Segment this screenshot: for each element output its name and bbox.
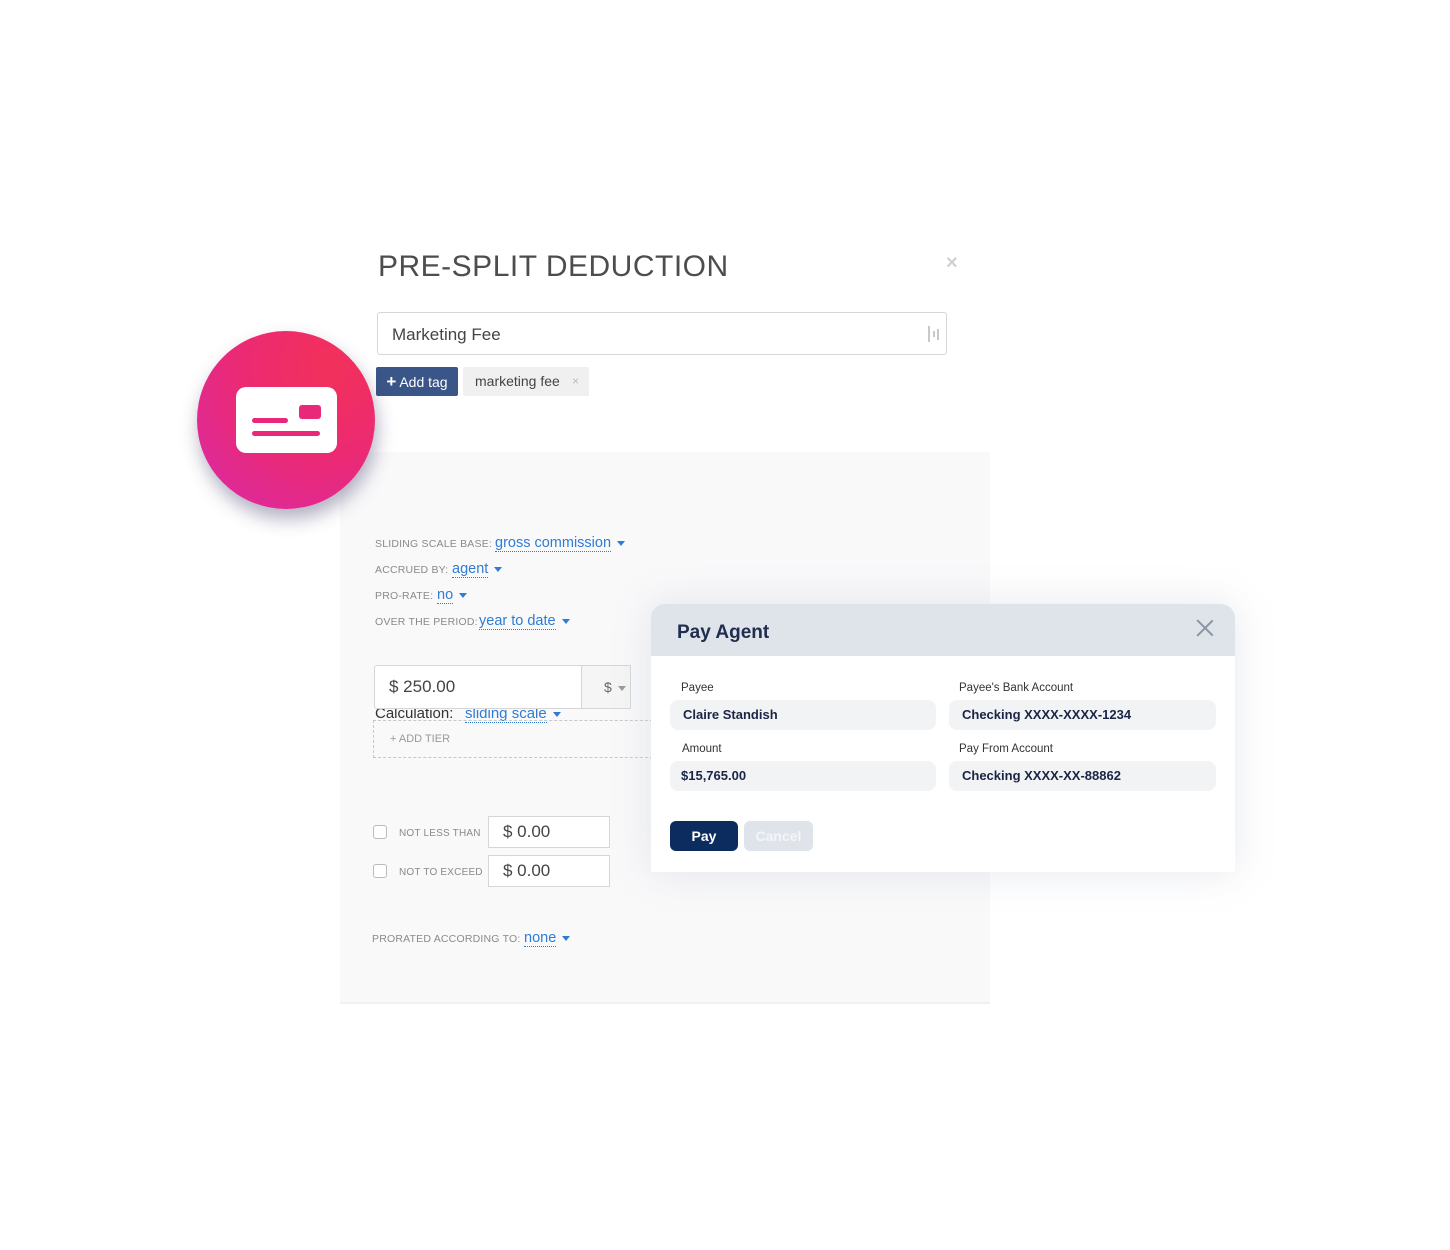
- cancel-button[interactable]: Cancel: [744, 821, 813, 851]
- plus-icon: +: [386, 372, 397, 391]
- unit-select[interactable]: $: [581, 665, 631, 709]
- tag-chip: marketing fee ×: [463, 367, 589, 396]
- caret-down-icon: [617, 685, 626, 691]
- prorated-according-to-value: none: [524, 930, 557, 947]
- id-card-line: [252, 431, 320, 436]
- prorated-according-to-dropdown[interactable]: none: [524, 930, 571, 947]
- close-icon[interactable]: [1196, 619, 1214, 637]
- deduction-header-section: PRE-SPLIT DEDUCTION × Marketing Fee + Add…: [340, 230, 990, 452]
- pro-rate-dropdown[interactable]: no: [437, 587, 468, 604]
- deduction-name-input[interactable]: Marketing Fee: [377, 312, 947, 355]
- add-tier-button[interactable]: + ADD TIER: [373, 720, 663, 758]
- amount-label: Amount: [682, 743, 722, 755]
- unit-value: $: [604, 679, 612, 695]
- id-card-shape: [236, 387, 337, 453]
- caret-down-icon: [494, 566, 503, 572]
- caret-down-icon: [562, 935, 571, 941]
- close-icon[interactable]: ×: [946, 252, 958, 275]
- payee-bank-account-label: Payee's Bank Account: [959, 682, 1074, 694]
- id-card-line: [252, 418, 288, 423]
- pay-agent-header: Pay Agent: [651, 604, 1235, 656]
- not-less-than-checkbox[interactable]: [373, 825, 387, 839]
- pro-rate-value: no: [437, 587, 454, 604]
- caret-down-icon: [561, 618, 570, 624]
- remove-tag-icon[interactable]: ×: [572, 367, 579, 396]
- tag-chip-label: marketing fee: [475, 373, 560, 389]
- dialog-title: PRE-SPLIT DEDUCTION: [378, 250, 729, 283]
- pro-rate-label: PRO-RATE:: [375, 590, 434, 602]
- pay-button[interactable]: Pay: [670, 821, 738, 851]
- prorated-according-to-label: PRORATED ACCORDING TO:: [372, 933, 521, 945]
- add-tag-button[interactable]: + Add tag: [376, 367, 458, 396]
- pay-agent-modal: Pay Agent Payee Claire Standish Payee's …: [651, 604, 1235, 872]
- not-less-than-label: NOT LESS THAN: [399, 828, 481, 839]
- sliding-scale-base-dropdown[interactable]: gross commission: [495, 535, 626, 552]
- caret-down-icon: [459, 592, 468, 598]
- payee-label: Payee: [681, 682, 714, 694]
- accrued-by-dropdown[interactable]: agent: [452, 561, 503, 578]
- amount-field[interactable]: $15,765.00: [670, 761, 936, 791]
- id-card-photo-block: [299, 405, 321, 419]
- not-to-exceed-label: NOT TO EXCEED: [399, 867, 483, 878]
- not-to-exceed-input[interactable]: $ 0.00: [488, 855, 610, 887]
- caret-down-icon: [617, 540, 626, 546]
- accrued-by-value: agent: [452, 561, 489, 578]
- over-the-period-dropdown[interactable]: year to date: [479, 613, 570, 630]
- not-less-than-input[interactable]: $ 0.00: [488, 816, 610, 848]
- caret-down-icon: [552, 711, 561, 717]
- not-to-exceed-checkbox[interactable]: [373, 864, 387, 878]
- tier-amount-input[interactable]: $ 250.00: [374, 665, 582, 709]
- pay-from-account-label: Pay From Account: [959, 743, 1053, 755]
- over-the-period-label: OVER THE PERIOD:: [375, 616, 478, 628]
- pay-from-account-field[interactable]: Checking XXXX-XX-88862: [949, 761, 1216, 791]
- payee-bank-account-field[interactable]: Checking XXXX-XXXX-1234: [949, 700, 1216, 730]
- sliding-scale-base-value: gross commission: [495, 535, 612, 552]
- accrued-by-label: ACCRUED BY:: [375, 564, 449, 576]
- text-editor-grip-icon[interactable]: [928, 326, 940, 342]
- over-the-period-value: year to date: [479, 613, 556, 630]
- sliding-scale-base-label: SLIDING SCALE BASE:: [375, 538, 493, 550]
- pay-agent-title: Pay Agent: [677, 622, 770, 643]
- deduction-name-value: Marketing Fee: [392, 325, 501, 344]
- payee-field[interactable]: Claire Standish: [670, 700, 936, 730]
- id-card-icon: [197, 331, 375, 509]
- add-tag-label: Add tag: [399, 374, 448, 390]
